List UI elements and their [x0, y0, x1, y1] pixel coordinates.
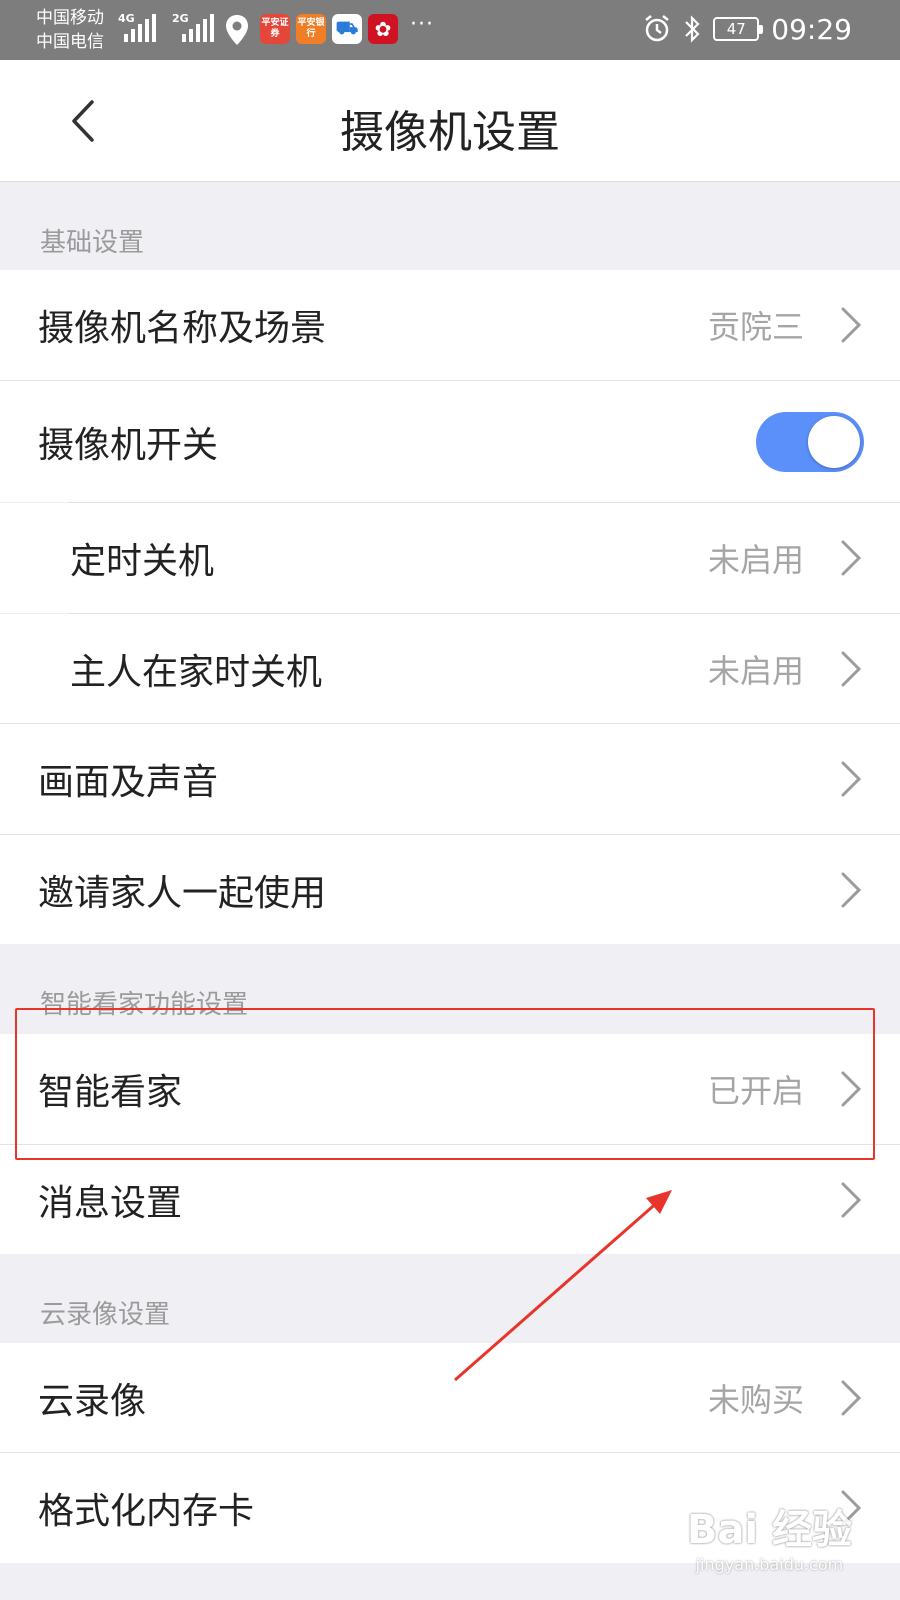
- row-camera-name-scene[interactable]: 摄像机名称及场景 贡院三: [0, 270, 900, 380]
- row-value: 贡院三: [707, 308, 804, 346]
- chevron-right-icon: [841, 307, 862, 343]
- status-bar: 中国移动 中国电信 4G 2G 平安证券 平安银行 ⛟ ✿ ··· 47 09:…: [0, 0, 900, 60]
- row-picture-sound[interactable]: 画面及声音: [0, 724, 900, 834]
- row-label: 格式化内存卡: [38, 1491, 255, 1532]
- row-cloud-recording[interactable]: 云录像 未购买: [0, 1343, 900, 1452]
- clock: 09:29: [771, 12, 852, 46]
- row-smart-guard[interactable]: 智能看家 已开启: [0, 1034, 900, 1144]
- row-invite-family[interactable]: 邀请家人一起使用: [0, 835, 900, 944]
- row-home-shutdown[interactable]: 主人在家时关机 未启用: [0, 614, 900, 723]
- signal-icon: [182, 14, 214, 42]
- battery-icon: 47: [713, 17, 764, 41]
- chevron-right-icon: [841, 872, 862, 907]
- watermark-logo: Bai 经验: [686, 1507, 852, 1553]
- huawei-icon: ✿: [368, 14, 398, 44]
- row-camera-switch: 摄像机开关: [0, 381, 900, 502]
- toggle-knob: [808, 415, 860, 468]
- battery-level: 47: [726, 20, 746, 38]
- watermark-url: jingyan.baidu.com: [695, 1555, 844, 1574]
- pingan-bank-icon: 平安银行: [296, 14, 326, 44]
- row-label: 智能看家: [38, 1072, 183, 1113]
- watermark: Bai 经验 jingyan.baidu.com: [687, 1497, 852, 1574]
- chevron-right-icon: [841, 1380, 862, 1415]
- row-label: 消息设置: [38, 1182, 183, 1224]
- chevron-right-icon: [841, 651, 862, 686]
- row-label: 云录像: [38, 1380, 147, 1422]
- chevron-right-icon: [841, 761, 862, 797]
- section-header-cloud: 云录像设置: [40, 1300, 171, 1330]
- row-value: 已开启: [707, 1072, 804, 1110]
- more-notifications-icon: ···: [410, 12, 434, 37]
- pingan-securities-icon: 平安证券: [260, 14, 290, 44]
- row-value: 未购买: [707, 1380, 804, 1419]
- row-label: 主人在家时关机: [70, 651, 323, 693]
- carrier-2: 中国电信: [36, 32, 104, 52]
- alarm-icon: [645, 15, 670, 42]
- train-ticket-icon: ⛟: [332, 14, 362, 44]
- row-label: 画面及声音: [38, 762, 219, 803]
- carrier-1: 中国移动: [36, 8, 104, 28]
- signal-icon: [124, 14, 156, 42]
- page-title: 摄像机设置: [340, 107, 560, 158]
- row-message-settings[interactable]: 消息设置: [0, 1145, 900, 1254]
- bluetooth-icon: [685, 15, 700, 43]
- chevron-right-icon: [841, 1182, 862, 1217]
- row-timed-shutdown[interactable]: 定时关机 未启用: [0, 503, 900, 613]
- row-label: 摄像机名称及场景: [38, 308, 327, 349]
- chevron-right-icon: [841, 540, 862, 576]
- row-value: 未启用: [707, 541, 804, 579]
- row-label: 摄像机开关: [38, 424, 219, 466]
- section-header-smart-guard: 智能看家功能设置: [40, 990, 249, 1020]
- row-label: 定时关机: [70, 541, 215, 582]
- row-label: 邀请家人一起使用: [38, 872, 327, 914]
- carrier-info: 中国移动 中国电信: [36, 6, 104, 54]
- camera-switch-toggle[interactable]: [756, 411, 864, 472]
- section-header-basic: 基础设置: [40, 228, 145, 258]
- chevron-right-icon: [841, 1071, 862, 1107]
- location-icon: [226, 15, 248, 45]
- row-value: 未启用: [707, 651, 804, 690]
- nav-bar: 摄像机设置: [0, 60, 900, 182]
